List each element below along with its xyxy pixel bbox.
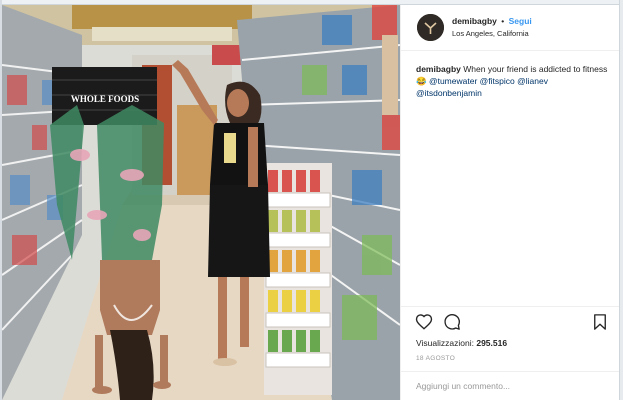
mention-link[interactable]: @itsdonbenjamin [416,88,482,98]
location-link[interactable]: Los Angeles, California [452,29,529,38]
caption-username[interactable]: demibagby [416,64,461,74]
basket-logo: WHOLE FOODS [71,94,139,104]
follow-button[interactable]: Segui [509,16,532,26]
comment-divider [401,371,620,372]
user-line: demibagby • Segui [452,16,532,26]
views-number[interactable]: 295.516 [476,338,507,348]
caption-emoji: 😂 [416,76,427,86]
mention-link[interactable]: @fitspico [480,76,515,86]
post-info-panel: demibagby • Segui Los Angeles, Californi… [400,5,620,400]
caption-text: When your friend is addicted to fitness [463,64,608,74]
avatar-logo-icon [417,14,444,41]
post-video[interactable]: WHOLE FOODS [2,5,400,400]
heart-icon[interactable] [415,313,433,331]
post-caption: demibagby When your friend is addicted t… [416,63,611,99]
username-link[interactable]: demibagby [452,16,497,26]
views-label: Visualizzazioni: [416,338,474,348]
actions-divider [401,306,620,307]
post-date[interactable]: 18 AGOSTO [416,355,455,362]
bookmark-icon[interactable] [591,313,609,331]
window-scrollbar[interactable] [619,0,623,400]
video-frame: WHOLE FOODS [2,5,400,400]
comment-input[interactable] [416,378,606,394]
comment-icon[interactable] [443,313,461,331]
separator-dot: • [501,16,505,26]
mention-link[interactable]: @lianev [517,76,548,86]
views-count: Visualizzazioni: 295.516 [416,338,507,348]
avatar[interactable] [417,14,444,41]
post-header: demibagby • Segui Los Angeles, Californi… [401,5,620,51]
mention-link[interactable]: @tumewater [429,76,477,86]
